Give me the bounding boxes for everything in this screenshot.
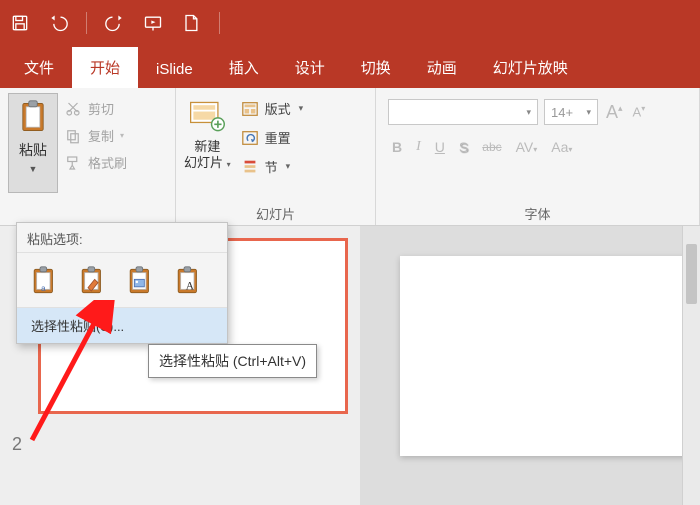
tab-transitions[interactable]: 切换 [343, 47, 409, 88]
strikethrough-button[interactable]: abc [482, 140, 501, 154]
annotation-arrow [20, 300, 140, 450]
group-clipboard: 粘贴 ▼ 剪切 复制 ▾ 格式刷 [0, 88, 176, 225]
scrollbar-thumb[interactable] [686, 244, 697, 304]
svg-text:a: a [41, 283, 46, 293]
paste-option-use-destination-theme[interactable]: a [27, 263, 63, 299]
layout-label: 版式 [265, 99, 291, 118]
chevron-down-icon: ▾ [120, 131, 124, 140]
separator [219, 12, 220, 34]
tab-design[interactable]: 设计 [277, 47, 343, 88]
chevron-down-icon: ▾ [299, 103, 304, 114]
italic-button[interactable]: I [416, 139, 421, 155]
tooltip-text: 选择性粘贴 (Ctrl+Alt+V) [159, 353, 306, 369]
paste-option-keep-source-formatting[interactable] [75, 263, 111, 299]
save-icon[interactable] [10, 13, 30, 33]
group-title [8, 204, 167, 223]
chevron-down-icon: ▼ [29, 164, 38, 174]
layout-button[interactable]: 版式 ▾ [241, 99, 304, 118]
format-painter-button: 格式刷 [64, 153, 127, 172]
char-spacing-button[interactable]: AV▾ [516, 139, 538, 155]
separator [86, 12, 87, 34]
tab-animations[interactable]: 动画 [409, 47, 475, 88]
bold-button[interactable]: B [392, 139, 402, 155]
ribbon: 粘贴 ▼ 剪切 复制 ▾ 格式刷 [0, 88, 700, 226]
chevron-down-icon: ▾ [227, 160, 231, 169]
font-name-combo[interactable]: ▾ [388, 99, 538, 125]
reset-label: 重置 [265, 128, 291, 147]
redo-icon[interactable] [105, 13, 125, 33]
format-painter-label: 格式刷 [88, 153, 127, 172]
new-file-icon[interactable] [181, 13, 201, 33]
section-label: 节 [265, 157, 278, 176]
increase-font-icon: A▴ [604, 102, 625, 123]
font-size-combo[interactable]: 14+ ▾ [544, 99, 598, 125]
shadow-button[interactable]: S [459, 139, 468, 155]
new-slide-label-2: 幻灯片 [184, 155, 223, 170]
tab-file[interactable]: 文件 [6, 47, 72, 88]
slide-canvas[interactable] [400, 256, 700, 456]
ribbon-tabbar: 文件 开始 iSlide 插入 设计 切换 动画 幻灯片放映 [0, 46, 700, 88]
svg-text:A: A [186, 279, 195, 292]
underline-button[interactable]: U [435, 139, 445, 155]
chevron-down-icon: ▾ [286, 161, 291, 172]
slide-editor[interactable] [360, 226, 700, 505]
tab-islide[interactable]: iSlide [138, 51, 211, 88]
cut-button: 剪切 [64, 99, 127, 118]
paste-option-text-only[interactable]: A [171, 263, 207, 299]
tab-slideshow[interactable]: 幻灯片放映 [475, 47, 586, 88]
group-slides: 新建 幻灯片 ▾ 版式 ▾ 重置 节 ▾ [176, 88, 376, 225]
chevron-down-icon: ▾ [526, 107, 531, 118]
copy-button: 复制 ▾ [64, 126, 127, 145]
vertical-scrollbar[interactable] [682, 226, 700, 505]
change-case-button[interactable]: Aa▾ [551, 139, 572, 155]
decrease-font-icon: A▾ [631, 104, 648, 119]
chevron-down-icon: ▾ [586, 107, 591, 118]
reset-button[interactable]: 重置 [241, 128, 304, 147]
paste-option-picture[interactable] [123, 263, 159, 299]
paste-button[interactable]: 粘贴 ▼ [8, 93, 58, 193]
undo-icon[interactable] [48, 13, 68, 33]
section-button[interactable]: 节 ▾ [241, 157, 304, 176]
tab-home[interactable]: 开始 [72, 47, 138, 88]
group-title-slides: 幻灯片 [184, 200, 367, 223]
cut-label: 剪切 [88, 99, 114, 118]
paste-options-header: 粘贴选项: [17, 223, 227, 253]
new-slide-button[interactable]: 新建 幻灯片 ▾ [184, 97, 231, 170]
group-title-font: 字体 [384, 200, 691, 223]
present-from-beginning-icon[interactable] [143, 13, 163, 33]
tab-insert[interactable]: 插入 [211, 47, 277, 88]
new-slide-label-1: 新建 [194, 139, 220, 154]
paste-label: 粘贴 [19, 140, 47, 160]
tooltip: 选择性粘贴 (Ctrl+Alt+V) [148, 344, 317, 378]
font-size-value: 14+ [551, 105, 573, 120]
copy-label: 复制 [88, 126, 114, 145]
quick-access-toolbar [0, 0, 700, 46]
group-font: ▾ 14+ ▾ A▴ A▾ B I U S abc AV▾ Aa▾ 字体 [376, 88, 700, 225]
